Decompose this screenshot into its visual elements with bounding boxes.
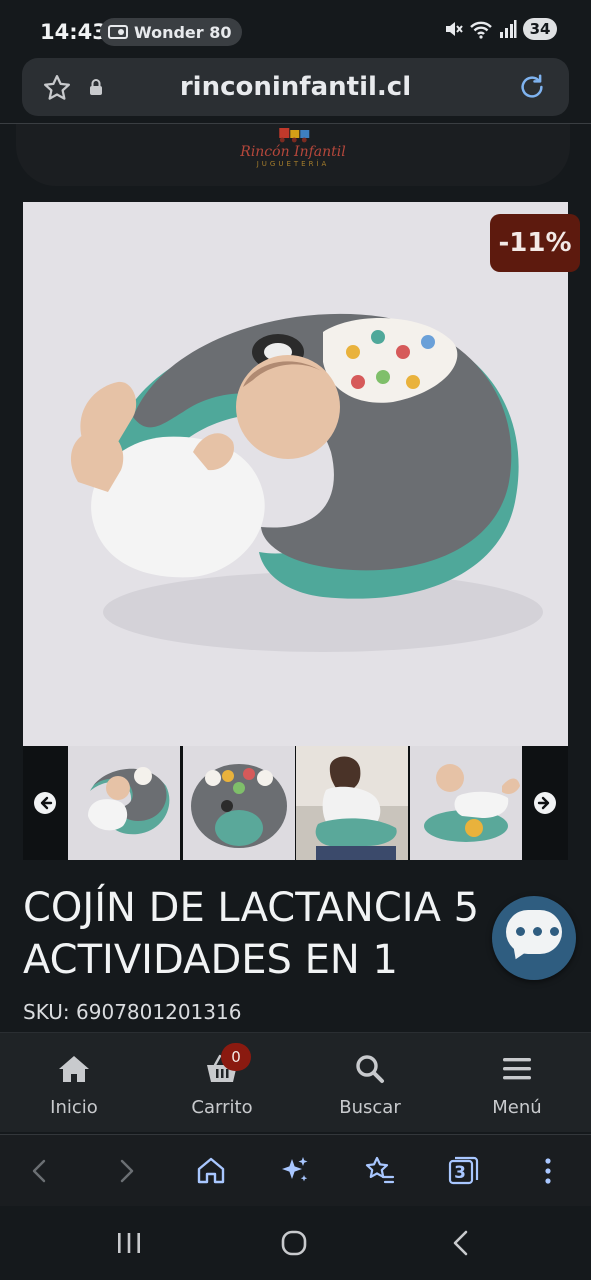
- thumbnail-4-image: [410, 746, 522, 860]
- url-bar[interactable]: rinconinfantil.cl: [22, 58, 569, 116]
- notification-label: Wonder 80: [134, 22, 232, 42]
- product-title-line-2: ACTIVIDADES EN 1: [23, 937, 398, 983]
- notification-pill[interactable]: Wonder 80: [100, 18, 242, 46]
- thumbnail-1-image: [68, 746, 180, 860]
- browser-home-button[interactable]: [193, 1153, 229, 1189]
- tab-count: 3: [454, 1163, 466, 1183]
- bookmarks-button[interactable]: [361, 1153, 397, 1189]
- nav-inicio-label: Inicio: [50, 1097, 98, 1118]
- home-icon: [197, 1157, 225, 1184]
- cart-count-badge: 0: [221, 1043, 251, 1071]
- tabs-button[interactable]: 3: [445, 1153, 481, 1189]
- status-icons: 34: [443, 18, 557, 40]
- carousel-next-button[interactable]: [534, 792, 556, 814]
- nav-inicio[interactable]: Inicio: [0, 1033, 148, 1133]
- home-icon: [59, 1056, 89, 1082]
- star-icon[interactable]: [42, 73, 72, 103]
- discount-badge: -11%: [490, 214, 580, 272]
- browser-toolbar: 3: [0, 1134, 591, 1206]
- nursing-pillow-illustration: [70, 313, 543, 652]
- wifi-icon: [470, 21, 492, 39]
- thumbnail-2[interactable]: [183, 746, 295, 860]
- back-icon: [32, 1159, 46, 1183]
- thumbnail-carousel: [23, 746, 568, 860]
- thumbnail-4[interactable]: [410, 746, 522, 860]
- thumbnail-2-image: [183, 746, 295, 860]
- sku-label: SKU:: [23, 1000, 70, 1024]
- forward-button[interactable]: [108, 1153, 144, 1189]
- system-back-icon[interactable]: [446, 1228, 476, 1258]
- product-title: COJÍN DE LACTANCIA 5 ACTIVIDADES EN 1: [23, 882, 568, 986]
- arrow-right-icon: [537, 796, 550, 810]
- mute-icon: [446, 22, 463, 36]
- signal-icon: [500, 20, 517, 38]
- product-image[interactable]: [23, 202, 568, 746]
- site-bottom-nav: Inicio Carrito Buscar Menú: [0, 1032, 591, 1132]
- product-sku: SKU: 6907801201316: [23, 1000, 241, 1024]
- more-icon: [545, 1158, 551, 1184]
- site-logo[interactable]: Rincón Infantil JUGUETERÍA: [240, 124, 346, 169]
- nav-carrito[interactable]: Carrito: [148, 1033, 296, 1133]
- thumbnail-1[interactable]: [68, 746, 180, 860]
- reload-icon[interactable]: [517, 72, 547, 102]
- logo-name: Rincón Infantil: [240, 144, 346, 160]
- status-time: 14:43: [40, 20, 107, 44]
- nav-buscar[interactable]: Buscar: [296, 1033, 444, 1133]
- radio-icon: [108, 25, 128, 39]
- nav-buscar-label: Buscar: [339, 1097, 401, 1118]
- ai-sparkle-icon: [282, 1157, 308, 1182]
- chat-button[interactable]: [492, 896, 576, 980]
- search-icon: [356, 1055, 384, 1083]
- nav-menu-label: Menú: [492, 1097, 542, 1118]
- carousel-prev-button[interactable]: [34, 792, 56, 814]
- back-button[interactable]: [22, 1153, 58, 1189]
- status-bar: 14:43 Wonder 80 34: [0, 0, 591, 60]
- thumbnail-3[interactable]: [296, 746, 408, 860]
- nav-menu[interactable]: Menú: [443, 1033, 591, 1133]
- sku-value: 6907801201316: [76, 1000, 242, 1024]
- thumbnail-3-image: [296, 746, 408, 860]
- url-text[interactable]: rinconinfantil.cl: [82, 72, 509, 102]
- nav-carrito-label: Carrito: [191, 1097, 253, 1118]
- system-navigation: [0, 1206, 591, 1280]
- more-button[interactable]: [530, 1153, 566, 1189]
- ai-button[interactable]: [277, 1153, 313, 1189]
- logo-subtitle: JUGUETERÍA: [256, 160, 330, 168]
- product-title-line-1: COJÍN DE LACTANCIA 5: [23, 885, 480, 931]
- menu-icon: [503, 1058, 531, 1080]
- forward-icon: [120, 1159, 134, 1183]
- battery-indicator: 34: [523, 18, 557, 40]
- bookmarks-icon: [365, 1156, 395, 1184]
- arrow-left-icon: [40, 796, 53, 810]
- site-header: Rincón Infantil JUGUETERÍA: [16, 124, 570, 186]
- train-logo-icon: [278, 128, 309, 143]
- system-home-icon[interactable]: [279, 1228, 309, 1258]
- recent-apps-icon[interactable]: [114, 1228, 144, 1258]
